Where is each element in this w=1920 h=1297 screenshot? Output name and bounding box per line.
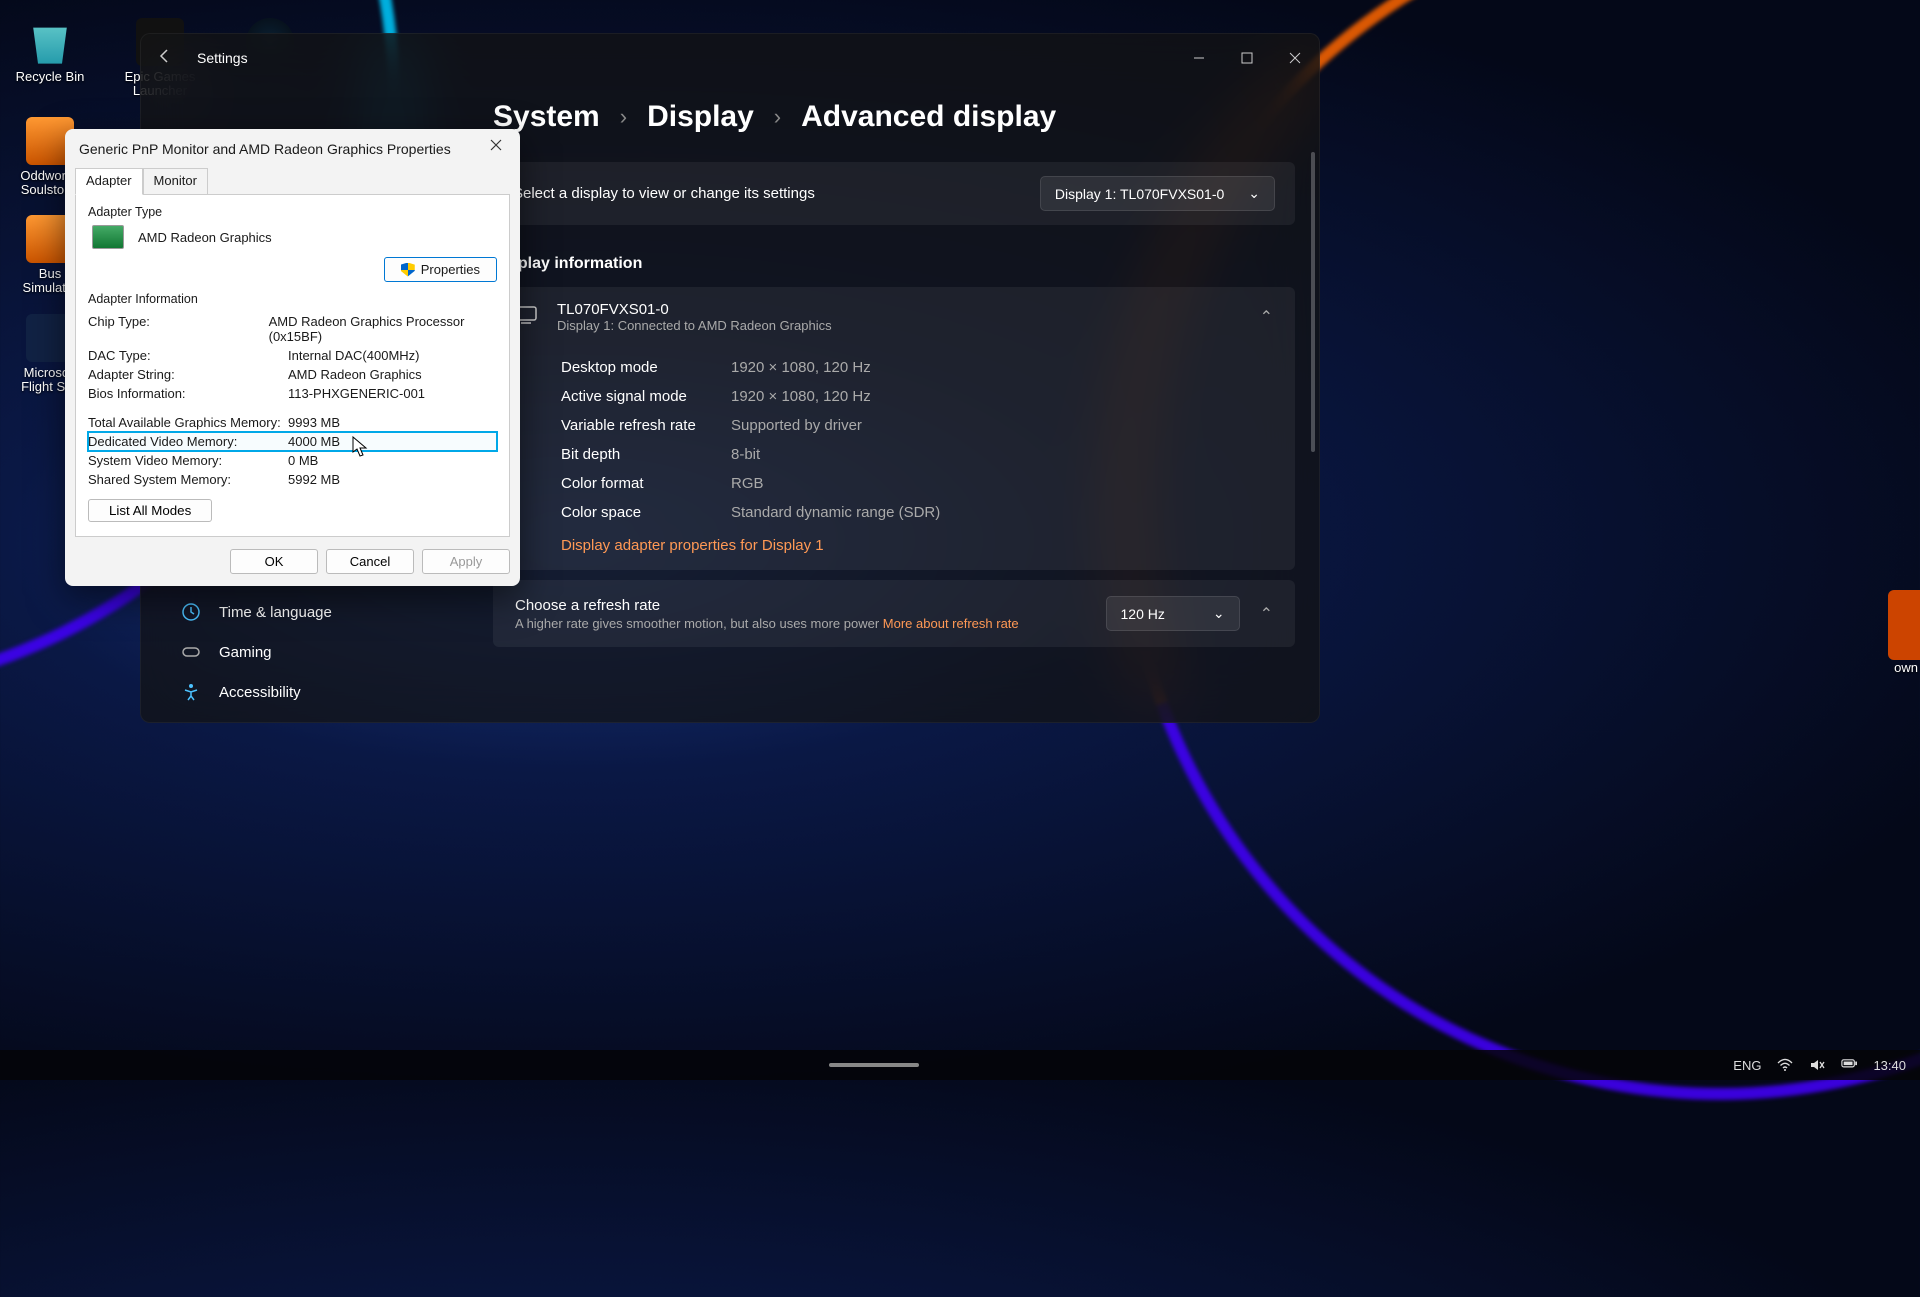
dac-type-label: DAC Type: [88, 348, 288, 363]
refresh-rate-dropdown[interactable]: 120 Hz ⌄ [1106, 596, 1240, 631]
info-key: Active signal mode [561, 388, 731, 405]
display-info-row: Bit depth8-bit [561, 440, 1227, 469]
uac-shield-icon [401, 263, 415, 277]
cancel-button[interactable]: Cancel [326, 549, 414, 574]
display-info-header[interactable]: TL070FVXS01-0 Display 1: Connected to AM… [493, 287, 1295, 347]
total-mem-value: 9993 MB [288, 415, 340, 430]
scrollbar[interactable] [1311, 152, 1315, 452]
info-value: RGB [731, 475, 764, 492]
display-info-row: Color formatRGB [561, 469, 1227, 498]
desktop-icon-label: Recycle Bin [16, 70, 85, 84]
close-button[interactable] [1271, 34, 1319, 82]
adapter-string-value: AMD Radeon Graphics [288, 367, 422, 382]
volume-mute-icon[interactable] [1809, 1057, 1825, 1073]
dialog-title: Generic PnP Monitor and AMD Radeon Graph… [79, 141, 451, 157]
display-select-value: Display 1: TL070FVXS01-0 [1055, 186, 1224, 202]
display-info-title: TL070FVXS01-0 [557, 301, 1240, 318]
dedicated-mem-value: 4000 MB [288, 434, 340, 449]
adapter-properties-dialog: Generic PnP Monitor and AMD Radeon Graph… [65, 129, 520, 586]
sys-mem-label: System Video Memory: [88, 453, 288, 468]
info-key: Color format [561, 475, 731, 492]
info-value: 8-bit [731, 446, 760, 463]
gamepad-icon [181, 642, 201, 662]
tab-adapter[interactable]: Adapter [75, 168, 143, 195]
sidebar-item-accessibility[interactable]: Accessibility [169, 672, 469, 712]
taskbar[interactable]: ENG 13:40 [0, 1050, 1920, 1080]
window-title: Settings [197, 50, 248, 66]
info-value: 1920 × 1080, 120 Hz [731, 388, 871, 405]
battery-icon[interactable] [1841, 1057, 1857, 1073]
sidebar-item-time-language[interactable]: Time & language [169, 592, 469, 632]
info-value: 1920 × 1080, 120 Hz [731, 359, 871, 376]
chevron-up-icon[interactable]: ⌃ [1260, 604, 1273, 624]
display-info-row: Active signal mode1920 × 1080, 120 Hz [561, 382, 1227, 411]
refresh-rate-value: 120 Hz [1121, 606, 1165, 622]
info-key: Variable refresh rate [561, 417, 731, 434]
bios-info-label: Bios Information: [88, 386, 288, 401]
list-all-modes-button[interactable]: List All Modes [88, 499, 212, 522]
chip-type-label: Chip Type: [88, 314, 269, 344]
sidebar-item-label: Time & language [219, 604, 332, 621]
adapter-type-label: Adapter Type [88, 205, 497, 219]
dac-type-value: Internal DAC(400MHz) [288, 348, 420, 363]
refresh-title: Choose a refresh rate [515, 597, 1086, 614]
apply-button[interactable]: Apply [422, 549, 510, 574]
display-select-label: Select a display to view or change its s… [513, 185, 815, 202]
adapter-type-value: AMD Radeon Graphics [138, 230, 272, 245]
display-select-row: Select a display to view or change its s… [493, 162, 1295, 225]
wifi-icon[interactable] [1777, 1057, 1793, 1073]
breadcrumb-display[interactable]: Display [647, 100, 754, 134]
chevron-down-icon: ⌄ [1213, 605, 1225, 622]
section-title: Display information [493, 255, 1295, 273]
bios-info-value: 113-PHXGENERIC-001 [288, 386, 425, 401]
adapter-info-label: Adapter Information [88, 292, 497, 306]
chevron-up-icon: ⌃ [1260, 307, 1273, 327]
maximize-button[interactable] [1223, 34, 1271, 82]
gpu-card-icon [92, 225, 124, 249]
shared-mem-value: 5992 MB [288, 472, 340, 487]
desktop-icon-label: own [1888, 660, 1920, 675]
breadcrumb: System › Display › Advanced display [493, 100, 1295, 134]
info-value: Supported by driver [731, 417, 862, 434]
display-info-row: Variable refresh rateSupported by driver [561, 411, 1227, 440]
recycle-bin-icon [26, 18, 74, 66]
dedicated-mem-label: Dedicated Video Memory: [88, 434, 288, 449]
sidebar-item-label: Accessibility [219, 684, 301, 701]
display-adapter-props-link[interactable]: Display adapter properties for Display 1 [561, 527, 1227, 554]
info-value: Standard dynamic range (SDR) [731, 504, 940, 521]
tab-monitor[interactable]: Monitor [143, 168, 208, 195]
display-select-dropdown[interactable]: Display 1: TL070FVXS01-0 ⌄ [1040, 176, 1275, 211]
ok-button[interactable]: OK [230, 549, 318, 574]
total-mem-label: Total Available Graphics Memory: [88, 415, 288, 430]
refresh-more-link[interactable]: More about refresh rate [883, 616, 1019, 631]
info-key: Color space [561, 504, 731, 521]
shared-mem-label: Shared System Memory: [88, 472, 288, 487]
taskbar-clock[interactable]: 13:40 [1873, 1058, 1906, 1073]
display-info-row: Color spaceStandard dynamic range (SDR) [561, 498, 1227, 527]
sidebar-item-label: Gaming [219, 644, 272, 661]
taskbar-language[interactable]: ENG [1733, 1058, 1761, 1073]
display-info-sub: Display 1: Connected to AMD Radeon Graph… [557, 318, 1240, 333]
properties-button[interactable]: Properties [384, 257, 497, 282]
close-button[interactable] [486, 139, 506, 159]
info-key: Bit depth [561, 446, 731, 463]
desktop-icon-partial[interactable] [1888, 590, 1920, 660]
chevron-right-icon: › [620, 104, 627, 130]
adapter-string-label: Adapter String: [88, 367, 288, 382]
info-key: Desktop mode [561, 359, 731, 376]
chevron-right-icon: › [774, 104, 781, 130]
back-button[interactable] [157, 48, 177, 69]
breadcrumb-current: Advanced display [801, 100, 1056, 134]
desktop-icon-recycle-bin[interactable]: Recycle Bin [10, 18, 90, 99]
display-info-row: Desktop mode1920 × 1080, 120 Hz [561, 353, 1227, 382]
accessibility-icon [181, 682, 201, 702]
refresh-sub: A higher rate gives smoother motion, but… [515, 616, 1086, 631]
sidebar-item-gaming[interactable]: Gaming [169, 632, 469, 672]
chip-type-value: AMD Radeon Graphics Processor (0x15BF) [269, 314, 497, 344]
taskbar-grabber[interactable] [829, 1063, 919, 1067]
minimize-button[interactable] [1175, 34, 1223, 82]
clock-icon [181, 602, 201, 622]
chevron-down-icon: ⌄ [1248, 185, 1260, 202]
sys-mem-value: 0 MB [288, 453, 318, 468]
